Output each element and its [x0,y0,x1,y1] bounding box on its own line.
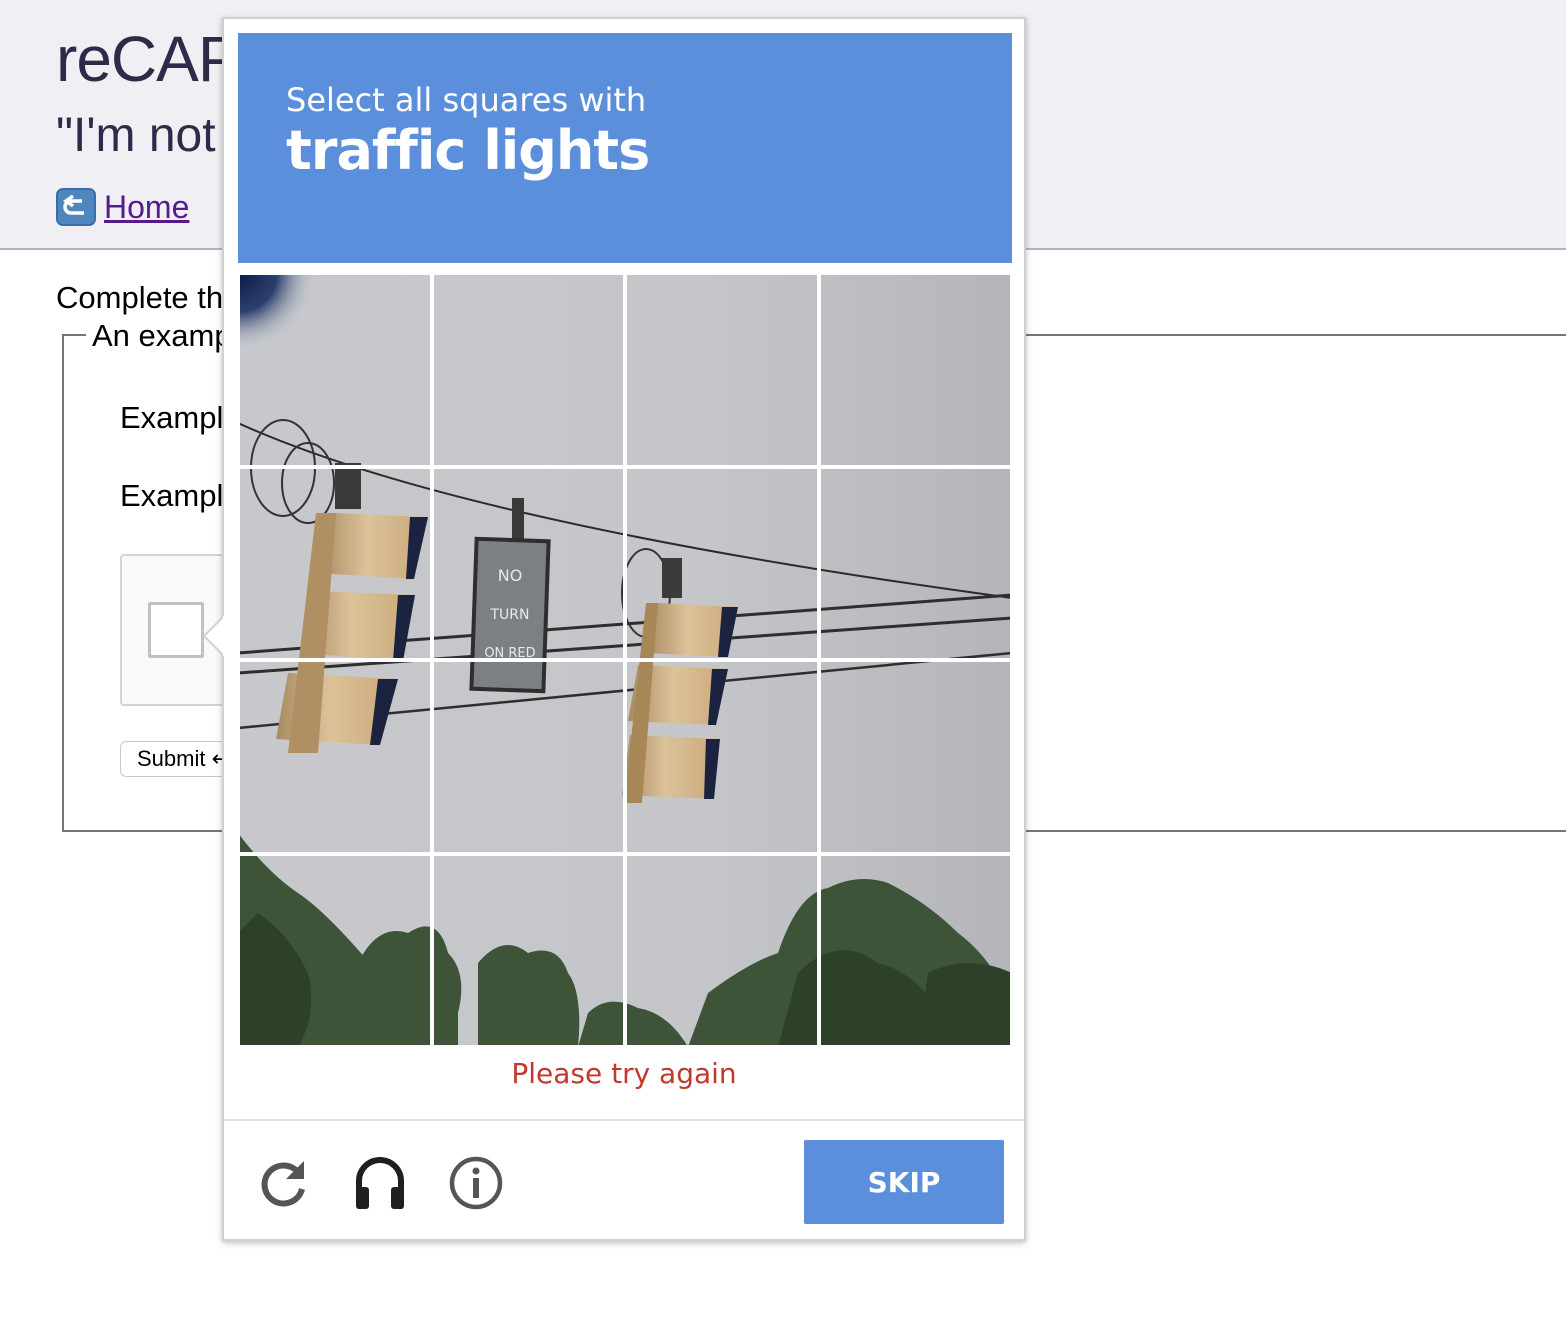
return-arrow-icon [56,188,96,226]
intro-text: Complete th [56,280,224,315]
tile-r3-c2[interactable] [431,660,625,854]
tile-r4-c4[interactable] [818,853,1012,1047]
example-field-label-2: Exampl [120,478,224,513]
info-icon[interactable] [446,1153,506,1213]
tile-grid [238,273,1012,1047]
not-robot-checkbox[interactable] [148,602,204,658]
tile-r1-c4[interactable] [818,273,1012,467]
dialog-pointer [202,616,226,656]
tile-r4-c1[interactable] [238,853,432,1047]
headphones-icon[interactable] [350,1153,410,1213]
skip-button[interactable]: SKIP [804,1140,1004,1224]
tile-r2-c4[interactable] [818,466,1012,660]
tile-r3-c3[interactable] [625,660,819,854]
tile-r4-c3[interactable] [625,853,819,1047]
example-field-label-1: Exampl [120,400,224,435]
tile-r2-c3[interactable] [625,466,819,660]
tile-r1-c1[interactable] [238,273,432,467]
tile-r1-c3[interactable] [625,273,819,467]
page-subtitle: "I'm not [56,109,216,162]
challenge-target: traffic lights [286,119,650,182]
captcha-footer: SKIP [224,1119,1024,1241]
tile-r3-c1[interactable] [238,660,432,854]
page-title: reCAP [56,23,240,95]
tile-r2-c1[interactable] [238,466,432,660]
tile-r4-c2[interactable] [431,853,625,1047]
challenge-instruction: Select all squares with [286,81,647,119]
home-link-label[interactable]: Home [104,189,189,226]
fieldset-legend: An examp [86,318,238,354]
home-link[interactable]: Home [56,188,189,226]
reload-icon[interactable] [254,1153,314,1213]
challenge-header: Select all squares with traffic lights [238,33,1012,263]
tile-r3-c4[interactable] [818,660,1012,854]
captcha-dialog: Select all squares with traffic lights N… [202,17,1026,1241]
tile-r1-c2[interactable] [431,273,625,467]
error-message: Please try again [511,1057,737,1090]
tile-r2-c2[interactable] [431,466,625,660]
